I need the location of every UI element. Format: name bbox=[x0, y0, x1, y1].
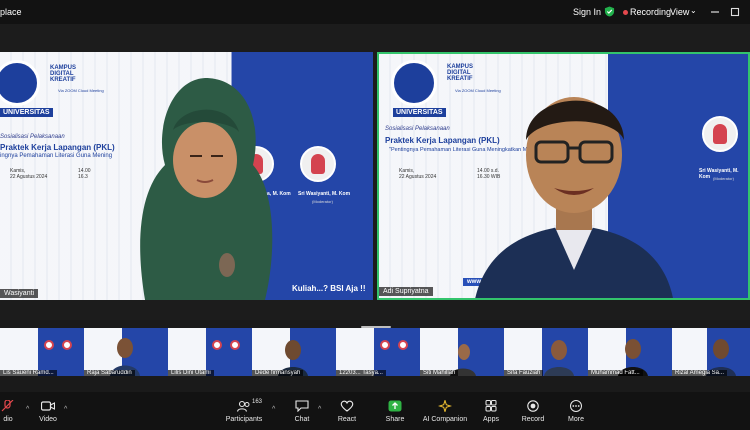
view-menu-button[interactable]: View bbox=[670, 7, 689, 17]
minimize-icon[interactable] bbox=[709, 6, 721, 18]
kampus-text: KAMPUS DIGITAL KREATIF bbox=[447, 64, 474, 82]
participants-count: 163 bbox=[252, 399, 263, 405]
sign-in-link[interactable]: Sign In bbox=[573, 7, 601, 17]
window-title: place bbox=[0, 7, 22, 17]
record-button[interactable]: Record bbox=[520, 392, 546, 430]
more-label: More bbox=[568, 415, 584, 423]
audio-label: dio bbox=[3, 415, 13, 423]
heart-icon bbox=[340, 400, 354, 412]
gallery-tile-name: Sifa Fauziah bbox=[504, 370, 544, 376]
video-label: Video bbox=[39, 415, 57, 423]
chat-options-chevron-icon[interactable]: ^ bbox=[318, 406, 321, 413]
sosialisasi-text: Sosialisasi Pelaksanaan bbox=[385, 126, 450, 132]
gallery-tile[interactable]: Lilis Dini Utami bbox=[168, 328, 252, 376]
gallery-tile-name: Lis Saueni Ramd... bbox=[0, 370, 57, 376]
video-tile-adi-supriyatna[interactable]: UNIVERSITAS KAMPUS DIGITAL KREATIF Via ZOO… bbox=[377, 52, 750, 300]
record-label: Record bbox=[521, 415, 545, 423]
gallery-tile-name: Lilis Dini Utami bbox=[168, 370, 214, 376]
react-button[interactable]: React bbox=[335, 392, 359, 430]
gallery-tile[interactable]: Raja Sabaruddin bbox=[84, 328, 168, 376]
share-screen-icon bbox=[388, 400, 402, 411]
speaker2-photo bbox=[300, 146, 336, 182]
participant-name-tag: Adi Supriyatna bbox=[379, 287, 433, 296]
gallery-tile-name: Siti Mahillah bbox=[420, 370, 459, 376]
speaker2-photo bbox=[702, 116, 738, 152]
slide-subtitle: ingnya Pemahaman Literasi Guna Mening bbox=[0, 153, 113, 159]
video-button[interactable]: Video bbox=[36, 392, 60, 430]
video-stage: UNIVERSITAS KAMPUS DIGITAL KREATIF Via ZOO… bbox=[0, 24, 750, 328]
slide-date: Kamis, 22 Agustus 2024 bbox=[10, 168, 48, 180]
speaker2-name: Sri Wasiyanti, M. Kom bbox=[298, 191, 351, 197]
audio-options-chevron-icon[interactable]: ^ bbox=[26, 406, 29, 413]
gallery-tile[interactable]: 12203... Tasya... bbox=[336, 328, 420, 376]
apps-grid-icon bbox=[485, 399, 497, 411]
participant-video-man bbox=[475, 97, 673, 298]
university-label: UNIVERSITAS bbox=[0, 108, 53, 117]
share-label: Share bbox=[385, 415, 405, 423]
participants-icon bbox=[237, 400, 250, 412]
speaker2-role: (Moderator) bbox=[713, 176, 734, 181]
gallery-tile[interactable]: Dede firmansyah bbox=[252, 328, 336, 376]
slide-date: Kamis, 22 Agustus 2024 bbox=[399, 168, 437, 180]
share-button[interactable]: Share bbox=[383, 392, 407, 430]
more-button[interactable]: More bbox=[564, 392, 588, 430]
gallery-tile[interactable]: Rizal Amegia Sa... bbox=[672, 328, 750, 376]
participant-face bbox=[544, 340, 574, 376]
participants-options-chevron-icon[interactable]: ^ bbox=[272, 406, 275, 413]
maximize-icon[interactable] bbox=[729, 6, 741, 18]
gallery-tile-name: Muhammad Fatt... bbox=[588, 370, 643, 376]
sparkle-icon bbox=[438, 399, 452, 412]
participants-button[interactable]: Participants 163 bbox=[222, 392, 266, 430]
chat-button[interactable]: Chat bbox=[290, 392, 314, 430]
recording-status[interactable]: Recording bbox=[630, 7, 671, 17]
chat-bubble-icon bbox=[295, 399, 309, 412]
slide-footer: Kuliah...? BSI Aja !! bbox=[292, 284, 366, 293]
video-tile-wasiyanti[interactable]: UNIVERSITAS KAMPUS DIGITAL KREATIF Via ZOO… bbox=[0, 52, 373, 300]
more-dots-icon bbox=[570, 399, 582, 412]
meeting-via-text: Via ZOOM Cloud Meeting bbox=[58, 88, 104, 93]
gallery-tile-name: Dede firmansyah bbox=[252, 370, 304, 376]
speaker2-role: (Moderator) bbox=[312, 199, 333, 204]
chevron-down-icon[interactable]: ⌄ bbox=[690, 6, 697, 15]
kampus-text: KAMPUS DIGITAL KREATIF bbox=[50, 65, 77, 83]
participants-label: Participants bbox=[225, 415, 263, 423]
pkl-title: Praktek Kerja Lapangan (PKL) bbox=[0, 143, 115, 152]
title-bar: place Sign In Recording View ⌄ bbox=[0, 0, 750, 24]
university-label: UNIVERSITAS bbox=[393, 108, 446, 117]
slide-time: 14.00 16.3 bbox=[78, 168, 91, 180]
gallery-strip: Lis Saueni Ramd... Raja Sabaruddin Lilis… bbox=[0, 328, 750, 376]
video-options-chevron-icon[interactable]: ^ bbox=[64, 406, 67, 413]
apps-button[interactable]: Apps bbox=[479, 392, 503, 430]
sosialisasi-text: Sosialisasi Pelaksanaan bbox=[0, 134, 65, 140]
chat-label: Chat bbox=[294, 415, 310, 423]
ai-companion-label: AI Companion bbox=[422, 415, 468, 423]
video-camera-icon bbox=[41, 400, 55, 411]
audio-button[interactable]: dio bbox=[0, 392, 20, 430]
shield-check-icon[interactable] bbox=[604, 6, 615, 17]
gallery-tile[interactable]: Lis Saueni Ramd... bbox=[0, 328, 84, 376]
gallery-tile[interactable]: Sifa Fauziah bbox=[504, 328, 588, 376]
gallery-tile-name: Rizal Amegia Sa... bbox=[672, 370, 728, 376]
gallery-tile-name: 12203... Tasya... bbox=[336, 370, 386, 376]
ai-companion-button[interactable]: AI Companion bbox=[420, 392, 470, 430]
gallery-tile[interactable]: Muhammad Fatt... bbox=[588, 328, 672, 376]
microphone-muted-icon bbox=[1, 399, 14, 411]
gallery-tile[interactable]: Siti Mahillah bbox=[420, 328, 504, 376]
university-logo bbox=[391, 60, 437, 106]
participant-name-tag: Wasiyanti bbox=[0, 289, 39, 298]
participant-video-woman bbox=[140, 78, 273, 300]
react-label: React bbox=[337, 415, 357, 423]
recording-dot-icon bbox=[623, 10, 628, 15]
meeting-toolbar: dio ^ Video ^ Participants 163 ^ Chat ^ … bbox=[0, 392, 750, 430]
gallery-tile-name: Raja Sabaruddin bbox=[84, 370, 135, 376]
apps-label: Apps bbox=[483, 415, 499, 423]
record-icon bbox=[527, 399, 539, 412]
